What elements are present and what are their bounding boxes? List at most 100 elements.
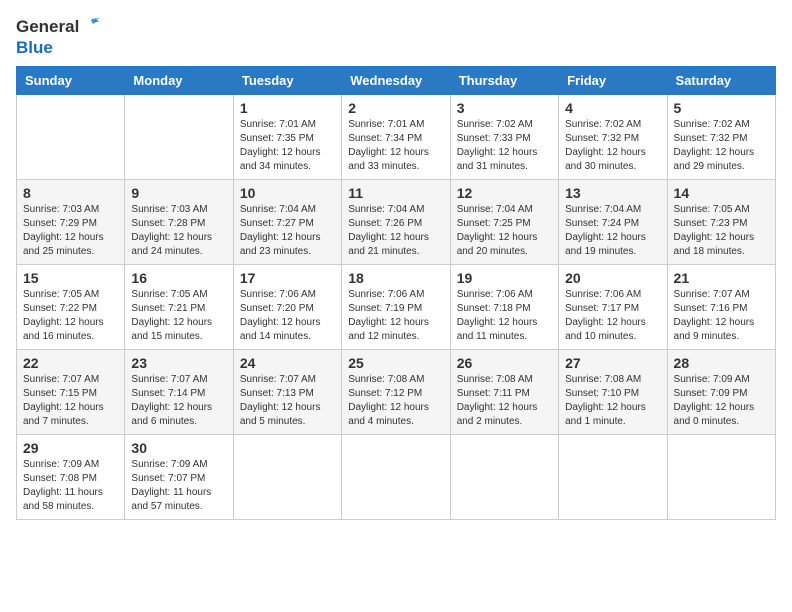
day-info: Sunrise: 7:02 AMSunset: 7:32 PMDaylight:… <box>674 118 769 174</box>
logo: General Blue <box>16 16 101 58</box>
day-info: Sunrise: 7:06 AMSunset: 7:19 PMDaylight:… <box>348 288 443 344</box>
day-number: 4 <box>565 100 660 116</box>
day-number: 22 <box>23 355 118 371</box>
day-cell-27: 27 Sunrise: 7:08 AMSunset: 7:10 PMDaylig… <box>559 350 667 435</box>
day-number: 12 <box>457 185 552 201</box>
day-number: 18 <box>348 270 443 286</box>
day-info: Sunrise: 7:07 AMSunset: 7:15 PMDaylight:… <box>23 373 118 429</box>
day-cell-16: 16 Sunrise: 7:05 AMSunset: 7:21 PMDaylig… <box>125 265 233 350</box>
logo-text-general: General <box>16 17 79 37</box>
day-info: Sunrise: 7:09 AMSunset: 7:08 PMDaylight:… <box>23 458 118 514</box>
day-number: 17 <box>240 270 335 286</box>
day-cell-1: 1 Sunrise: 7:01 AMSunset: 7:35 PMDayligh… <box>233 95 341 180</box>
day-number: 11 <box>348 185 443 201</box>
day-number: 24 <box>240 355 335 371</box>
day-cell-29: 29 Sunrise: 7:09 AMSunset: 7:08 PMDaylig… <box>17 435 125 520</box>
day-cell-19: 19 Sunrise: 7:06 AMSunset: 7:18 PMDaylig… <box>450 265 558 350</box>
day-info: Sunrise: 7:02 AMSunset: 7:32 PMDaylight:… <box>565 118 660 174</box>
day-number: 5 <box>674 100 769 116</box>
day-cell-21: 21 Sunrise: 7:07 AMSunset: 7:16 PMDaylig… <box>667 265 775 350</box>
day-cell-30: 30 Sunrise: 7:09 AMSunset: 7:07 PMDaylig… <box>125 435 233 520</box>
col-header-thursday: Thursday <box>450 67 558 95</box>
day-cell-2: 2 Sunrise: 7:01 AMSunset: 7:34 PMDayligh… <box>342 95 450 180</box>
day-cell-23: 23 Sunrise: 7:07 AMSunset: 7:14 PMDaylig… <box>125 350 233 435</box>
day-info: Sunrise: 7:01 AMSunset: 7:35 PMDaylight:… <box>240 118 335 174</box>
col-header-sunday: Sunday <box>17 67 125 95</box>
empty-cell <box>667 435 775 520</box>
day-number: 28 <box>674 355 769 371</box>
day-number: 2 <box>348 100 443 116</box>
day-info: Sunrise: 7:01 AMSunset: 7:34 PMDaylight:… <box>348 118 443 174</box>
day-cell-22: 22 Sunrise: 7:07 AMSunset: 7:15 PMDaylig… <box>17 350 125 435</box>
day-number: 16 <box>131 270 226 286</box>
day-info: Sunrise: 7:09 AMSunset: 7:07 PMDaylight:… <box>131 458 226 514</box>
day-info: Sunrise: 7:05 AMSunset: 7:23 PMDaylight:… <box>674 203 769 259</box>
page-header: General Blue <box>16 16 776 58</box>
day-info: Sunrise: 7:06 AMSunset: 7:18 PMDaylight:… <box>457 288 552 344</box>
calendar-week-4: 22 Sunrise: 7:07 AMSunset: 7:15 PMDaylig… <box>17 350 776 435</box>
day-number: 10 <box>240 185 335 201</box>
day-number: 13 <box>565 185 660 201</box>
day-cell-3: 3 Sunrise: 7:02 AMSunset: 7:33 PMDayligh… <box>450 95 558 180</box>
day-cell-13: 13 Sunrise: 7:04 AMSunset: 7:24 PMDaylig… <box>559 180 667 265</box>
col-header-monday: Monday <box>125 67 233 95</box>
day-cell-5: 5 Sunrise: 7:02 AMSunset: 7:32 PMDayligh… <box>667 95 775 180</box>
day-info: Sunrise: 7:08 AMSunset: 7:10 PMDaylight:… <box>565 373 660 429</box>
calendar-week-2: 8 Sunrise: 7:03 AMSunset: 7:29 PMDayligh… <box>17 180 776 265</box>
day-cell-28: 28 Sunrise: 7:09 AMSunset: 7:09 PMDaylig… <box>667 350 775 435</box>
day-cell-4: 4 Sunrise: 7:02 AMSunset: 7:32 PMDayligh… <box>559 95 667 180</box>
day-cell-8: 8 Sunrise: 7:03 AMSunset: 7:29 PMDayligh… <box>17 180 125 265</box>
day-cell-9: 9 Sunrise: 7:03 AMSunset: 7:28 PMDayligh… <box>125 180 233 265</box>
day-number: 30 <box>131 440 226 456</box>
day-cell-24: 24 Sunrise: 7:07 AMSunset: 7:13 PMDaylig… <box>233 350 341 435</box>
day-cell-14: 14 Sunrise: 7:05 AMSunset: 7:23 PMDaylig… <box>667 180 775 265</box>
calendar-header-row: SundayMondayTuesdayWednesdayThursdayFrid… <box>17 67 776 95</box>
col-header-saturday: Saturday <box>667 67 775 95</box>
day-info: Sunrise: 7:04 AMSunset: 7:26 PMDaylight:… <box>348 203 443 259</box>
empty-cell <box>342 435 450 520</box>
day-info: Sunrise: 7:04 AMSunset: 7:27 PMDaylight:… <box>240 203 335 259</box>
calendar-week-1: 1 Sunrise: 7:01 AMSunset: 7:35 PMDayligh… <box>17 95 776 180</box>
empty-cell <box>450 435 558 520</box>
day-info: Sunrise: 7:04 AMSunset: 7:25 PMDaylight:… <box>457 203 552 259</box>
calendar-week-3: 15 Sunrise: 7:05 AMSunset: 7:22 PMDaylig… <box>17 265 776 350</box>
day-number: 8 <box>23 185 118 201</box>
day-cell-10: 10 Sunrise: 7:04 AMSunset: 7:27 PMDaylig… <box>233 180 341 265</box>
day-number: 15 <box>23 270 118 286</box>
logo-bird-icon <box>81 16 101 38</box>
logo-text-blue: Blue <box>16 38 53 58</box>
day-info: Sunrise: 7:02 AMSunset: 7:33 PMDaylight:… <box>457 118 552 174</box>
calendar-week-5: 29 Sunrise: 7:09 AMSunset: 7:08 PMDaylig… <box>17 435 776 520</box>
day-cell-18: 18 Sunrise: 7:06 AMSunset: 7:19 PMDaylig… <box>342 265 450 350</box>
day-info: Sunrise: 7:03 AMSunset: 7:29 PMDaylight:… <box>23 203 118 259</box>
empty-cell <box>17 95 125 180</box>
day-number: 19 <box>457 270 552 286</box>
calendar-table: SundayMondayTuesdayWednesdayThursdayFrid… <box>16 66 776 520</box>
day-number: 21 <box>674 270 769 286</box>
day-info: Sunrise: 7:05 AMSunset: 7:21 PMDaylight:… <box>131 288 226 344</box>
day-cell-15: 15 Sunrise: 7:05 AMSunset: 7:22 PMDaylig… <box>17 265 125 350</box>
day-number: 9 <box>131 185 226 201</box>
day-info: Sunrise: 7:09 AMSunset: 7:09 PMDaylight:… <box>674 373 769 429</box>
empty-cell <box>233 435 341 520</box>
day-info: Sunrise: 7:04 AMSunset: 7:24 PMDaylight:… <box>565 203 660 259</box>
day-number: 25 <box>348 355 443 371</box>
col-header-friday: Friday <box>559 67 667 95</box>
day-info: Sunrise: 7:08 AMSunset: 7:12 PMDaylight:… <box>348 373 443 429</box>
day-number: 27 <box>565 355 660 371</box>
day-cell-11: 11 Sunrise: 7:04 AMSunset: 7:26 PMDaylig… <box>342 180 450 265</box>
col-header-wednesday: Wednesday <box>342 67 450 95</box>
empty-cell <box>125 95 233 180</box>
day-cell-20: 20 Sunrise: 7:06 AMSunset: 7:17 PMDaylig… <box>559 265 667 350</box>
day-number: 3 <box>457 100 552 116</box>
day-info: Sunrise: 7:07 AMSunset: 7:14 PMDaylight:… <box>131 373 226 429</box>
empty-cell <box>559 435 667 520</box>
day-info: Sunrise: 7:06 AMSunset: 7:20 PMDaylight:… <box>240 288 335 344</box>
day-info: Sunrise: 7:07 AMSunset: 7:16 PMDaylight:… <box>674 288 769 344</box>
day-number: 29 <box>23 440 118 456</box>
day-number: 23 <box>131 355 226 371</box>
day-info: Sunrise: 7:06 AMSunset: 7:17 PMDaylight:… <box>565 288 660 344</box>
day-cell-26: 26 Sunrise: 7:08 AMSunset: 7:11 PMDaylig… <box>450 350 558 435</box>
day-cell-17: 17 Sunrise: 7:06 AMSunset: 7:20 PMDaylig… <box>233 265 341 350</box>
day-info: Sunrise: 7:08 AMSunset: 7:11 PMDaylight:… <box>457 373 552 429</box>
